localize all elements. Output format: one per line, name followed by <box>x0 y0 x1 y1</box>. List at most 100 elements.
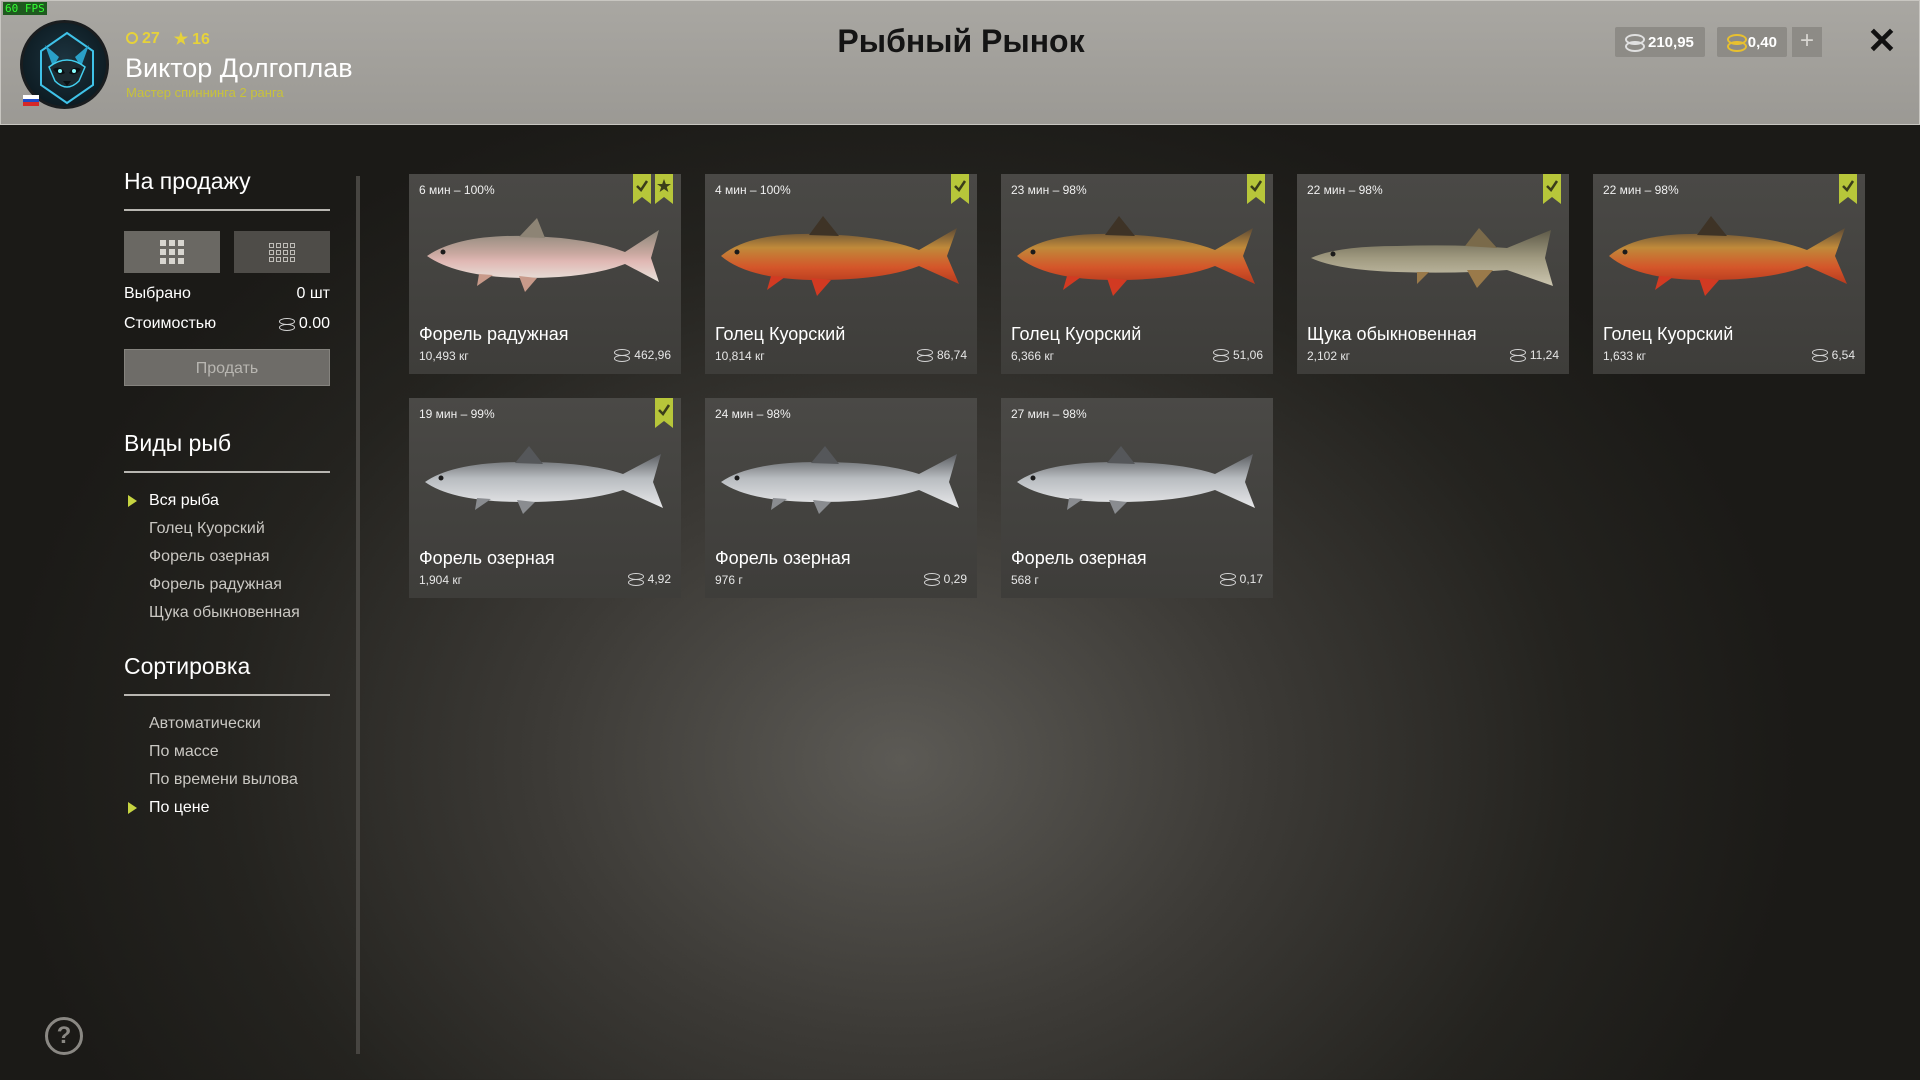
check-bookmark-icon <box>1247 174 1265 204</box>
species-item[interactable]: Вся рыба <box>124 487 330 515</box>
fish-card[interactable]: 22 мин – 98% Щука обыкновенная 2,102 кг 11… <box>1297 174 1569 374</box>
fish-price: 11,24 <box>1509 348 1559 362</box>
fish-badges <box>1543 174 1561 204</box>
fish-catch-info: 6 мин – 100% <box>419 183 495 197</box>
fish-catch-info: 23 мин – 98% <box>1011 183 1087 197</box>
selected-label: Выбрано <box>124 285 191 302</box>
fish-badges <box>633 174 673 204</box>
check-bookmark-icon <box>1543 174 1561 204</box>
fish-card[interactable]: 23 мин – 98% Голец Куорский 6,366 кг 51,06 <box>1001 174 1273 374</box>
silver-coin-icon <box>1625 34 1645 52</box>
coin-icon <box>1509 349 1526 362</box>
fish-catch-info: 22 мин – 98% <box>1307 183 1383 197</box>
fish-name: Голец Куорский <box>1603 324 1734 344</box>
fish-image <box>1603 212 1855 302</box>
fish-catch-info: 27 мин – 98% <box>1011 407 1087 421</box>
cost-value: 0.00 <box>298 315 330 332</box>
fish-name: Форель озерная <box>715 548 851 568</box>
cost-row: Стоимостью 0.00 <box>124 315 330 333</box>
fish-price: 86,74 <box>916 348 967 362</box>
add-currency-button[interactable]: + <box>1792 27 1822 57</box>
fish-price: 0,29 <box>923 572 967 586</box>
star-bookmark-icon <box>655 174 673 204</box>
species-section-title: Виды рыб <box>124 430 330 473</box>
fish-card[interactable]: 19 мин – 99% Форель озерная 1,904 кг 4,92 <box>409 398 681 598</box>
species-item[interactable]: Форель радужная <box>124 571 330 599</box>
fish-catch-info: 19 мин – 99% <box>419 407 495 421</box>
top-bar: 27 ★ 16 Виктор Долгоплав Мастер спиннинга… <box>0 0 1920 125</box>
fish-weight: 1,904 кг <box>419 573 462 587</box>
check-bookmark-icon <box>1839 174 1857 204</box>
gold-value: 0,40 <box>1747 33 1777 51</box>
selected-row: Выбрано 0 шт <box>124 285 330 303</box>
coin-icon <box>916 349 933 362</box>
fish-image <box>1307 212 1559 302</box>
left-panel: На продажу Выбрано 0 шт Стоимостью 0.00 … <box>124 168 330 822</box>
cost-value-wrap: 0.00 <box>278 315 330 333</box>
fish-price: 51,06 <box>1212 348 1263 362</box>
coin-icon <box>1219 573 1236 586</box>
fish-price-value: 462,96 <box>634 348 671 362</box>
fish-price-value: 0,17 <box>1239 572 1263 586</box>
species-item[interactable]: Форель озерная <box>124 543 330 571</box>
sort-section-title: Сортировка <box>124 653 330 696</box>
view-toggles <box>124 231 330 273</box>
fish-image <box>715 436 967 526</box>
sort-item[interactable]: По массе <box>124 738 330 766</box>
selected-value: 0 шт <box>296 285 330 302</box>
species-item[interactable]: Голец Куорский <box>124 515 330 543</box>
coin-icon <box>278 318 295 331</box>
small-grid-view-button[interactable] <box>234 231 330 273</box>
fish-price-value: 51,06 <box>1232 348 1263 362</box>
species-list: Вся рыба Голец Куорский Форель озерная Форе… <box>124 487 330 627</box>
species-item[interactable]: Щука обыкновенная <box>124 599 330 627</box>
gold-coin-icon <box>1727 34 1747 52</box>
coin-icon <box>614 349 631 362</box>
coin-icon <box>1811 349 1828 362</box>
fish-name: Голец Куорский <box>1011 324 1142 344</box>
fps-counter: 60 FPS <box>3 2 47 15</box>
fish-badges <box>1247 174 1265 204</box>
fish-price: 462,96 <box>614 348 671 362</box>
fish-price: 4,92 <box>627 572 671 586</box>
fish-weight: 10,814 кг <box>715 349 765 363</box>
sell-button[interactable]: Продать <box>124 349 330 386</box>
sort-item[interactable]: По времени вылова <box>124 766 330 794</box>
fish-catch-info: 22 мин – 98% <box>1603 183 1679 197</box>
sort-item[interactable]: Автоматически <box>124 710 330 738</box>
sort-list: Автоматически По массе По времени вылова По… <box>124 710 330 822</box>
fish-badges <box>951 174 969 204</box>
silver-value: 210,95 <box>1648 33 1694 51</box>
fish-price-value: 0,29 <box>943 572 967 586</box>
silver-balance: 210,95 <box>1615 27 1705 57</box>
coin-icon <box>627 573 644 586</box>
sale-section-title: На продажу <box>124 168 330 211</box>
large-grid-view-button[interactable] <box>124 231 220 273</box>
fish-card[interactable]: 22 мин – 98% Голец Куорский 1,633 кг 6,54 <box>1593 174 1865 374</box>
coin-icon <box>1212 349 1229 362</box>
close-icon[interactable]: ✕ <box>1864 23 1900 59</box>
fish-weight: 10,493 кг <box>419 349 469 363</box>
fish-price-value: 11,24 <box>1529 348 1559 362</box>
fish-badges <box>655 398 673 428</box>
fish-name: Щука обыкновенная <box>1307 324 1477 344</box>
russia-flag-icon <box>23 95 39 106</box>
fish-weight: 6,366 кг <box>1011 349 1054 363</box>
check-bookmark-icon <box>655 398 673 428</box>
fish-card[interactable]: 27 мин – 98% Форель озерная 568 г 0,17 <box>1001 398 1273 598</box>
fish-grid: 6 мин – 100% Форель радужная 10,493 кг 462… <box>409 174 1865 598</box>
fish-image <box>715 212 967 302</box>
fish-card[interactable]: 4 мин – 100% Голец Куорский 10,814 кг 86,7… <box>705 174 977 374</box>
sort-item[interactable]: По цене <box>124 794 330 822</box>
large-grid-icon <box>160 240 184 264</box>
coin-icon <box>923 573 940 586</box>
fish-weight: 568 г <box>1011 573 1039 587</box>
fish-card[interactable]: 6 мин – 100% Форель радужная 10,493 кг 462… <box>409 174 681 374</box>
check-bookmark-icon <box>951 174 969 204</box>
cost-label: Стоимостью <box>124 315 217 332</box>
fish-card[interactable]: 24 мин – 98% Форель озерная 976 г 0,29 <box>705 398 977 598</box>
fish-badges <box>1839 174 1857 204</box>
help-icon[interactable]: ? <box>45 1017 83 1055</box>
fish-name: Форель радужная <box>419 324 569 344</box>
fish-weight: 1,633 кг <box>1603 349 1646 363</box>
